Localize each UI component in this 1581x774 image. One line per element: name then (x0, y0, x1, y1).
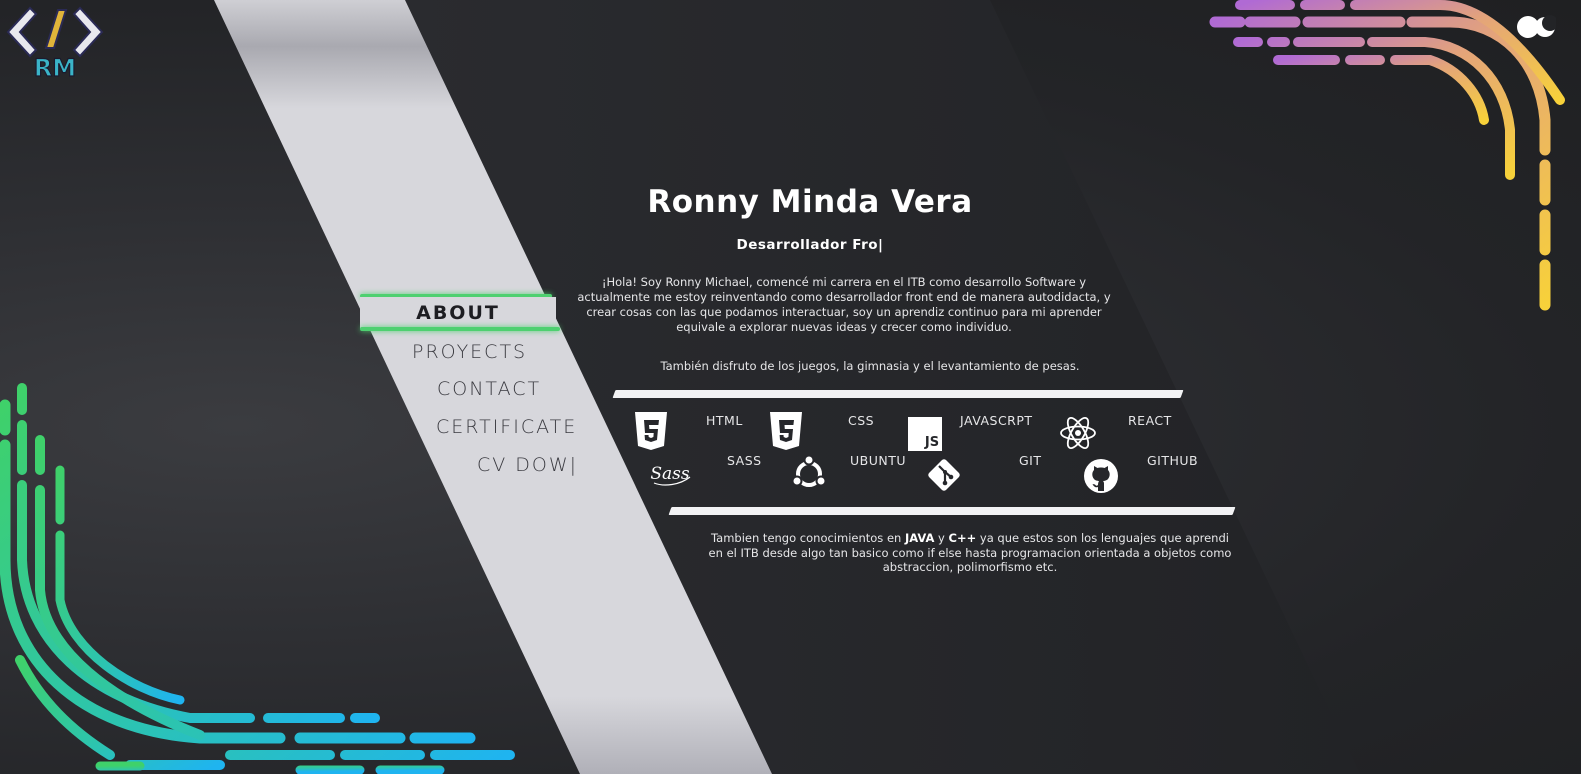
svg-text:RM: RM (34, 54, 76, 82)
extra-text-part2: ya que estos son los lenguajes que apren… (976, 531, 1229, 545)
profile-role: Desarrollador Fro| (736, 237, 884, 253)
extra-cpp: C++ (948, 531, 977, 545)
moon-icon (1517, 15, 1558, 38)
github-icon (1084, 459, 1118, 493)
extra-text-part1: Tambien tengo conocimientos en (711, 531, 905, 545)
divider-top (612, 390, 1184, 398)
ubuntu-icon (791, 455, 827, 487)
nav-item-cv-download[interactable]: CV DOW| (477, 454, 578, 476)
skill-label-html: HTML (706, 413, 743, 428)
extra-text-part3: en el ITB desde algo tan basico como if … (708, 545, 1232, 575)
background-panels (0, 0, 1570, 774)
html5-icon (635, 412, 667, 450)
logo-icon: RM (6, 6, 104, 83)
git-icon (928, 459, 960, 491)
skill-label-sass: SASS (727, 453, 762, 468)
nav-item-about[interactable]: ABOUT (360, 297, 556, 329)
profile-hobbies: También disfruto de los juegos, la gimna… (660, 359, 1080, 373)
skill-label-github: GITHUB (1147, 453, 1199, 468)
skill-label-css: CSS (848, 413, 875, 428)
extra-java: JAVA (904, 531, 935, 545)
skill-label-react: REACT (1128, 413, 1172, 428)
profile-bio: ¡Hola! Soy Ronny Michael, comencé mi car… (577, 275, 1111, 334)
active-indicator-bottom (360, 327, 560, 331)
skill-label-javascript: JAVASCRPT (960, 413, 1033, 428)
theme-toggle-button[interactable] (1516, 14, 1558, 40)
site-logo[interactable]: RM (6, 2, 104, 83)
nav-item-proyects[interactable]: PROYECTS (412, 341, 527, 363)
javascript-icon: JS (908, 417, 942, 451)
divider-bottom (668, 507, 1236, 515)
profile-name: Ronny Minda Vera (647, 184, 973, 220)
extra-knowledge-text: Tambien tengo conocimientos en JAVA y C+… (700, 531, 1240, 575)
react-icon (1060, 417, 1096, 449)
wave-decoration-top-right (1209, 0, 1570, 311)
css3-icon (770, 412, 802, 450)
nav-item-contact[interactable]: CONTACT (437, 378, 541, 400)
skill-label-git: GIT (1019, 453, 1042, 468)
skill-label-ubuntu: UBUNTU (850, 453, 907, 468)
extra-and: y (934, 531, 949, 545)
svg-text:JS: JS (924, 435, 939, 450)
nav-item-certificate[interactable]: CERTIFICATE (436, 416, 577, 438)
sass-icon: Sass (650, 464, 691, 486)
